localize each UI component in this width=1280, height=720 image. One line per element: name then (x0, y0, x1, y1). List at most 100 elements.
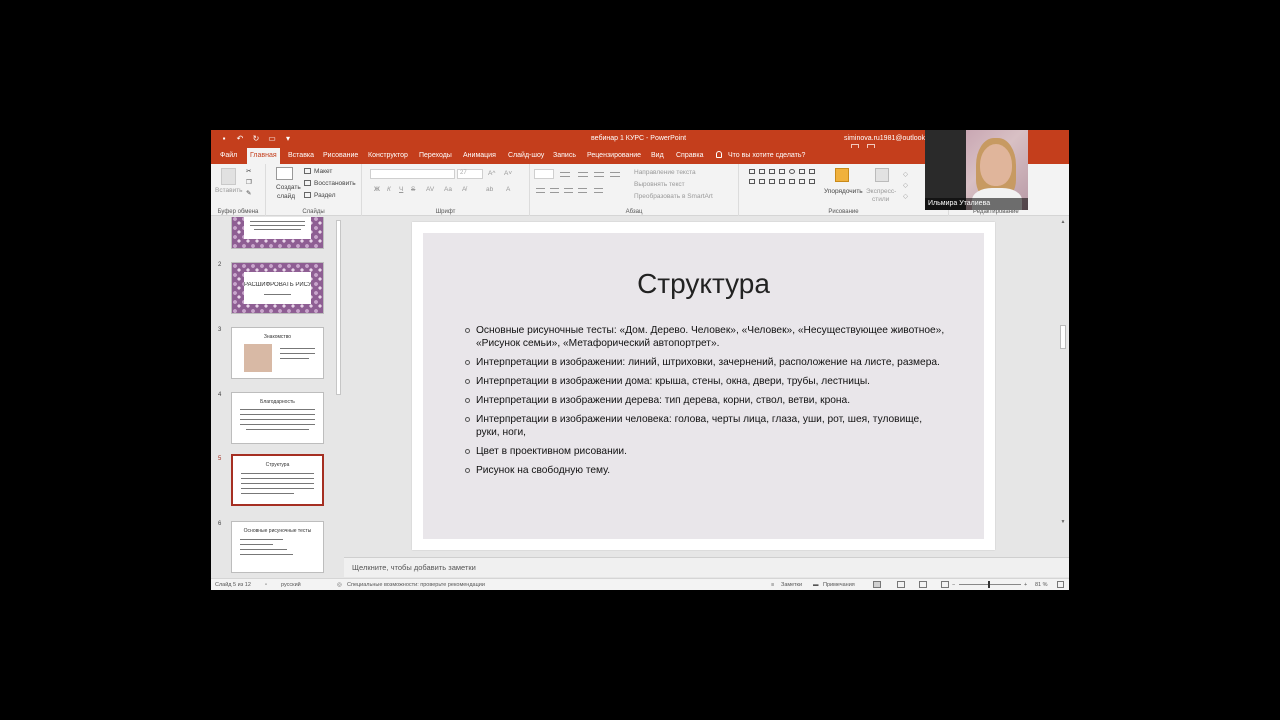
tab-home[interactable]: Главная (247, 148, 280, 164)
slide-thumbnail-5[interactable]: Структура (231, 454, 324, 506)
notes-button[interactable]: Заметки (781, 582, 802, 588)
scroll-up-icon[interactable]: ▲ (1059, 219, 1067, 225)
align-right-icon[interactable] (564, 188, 573, 193)
paste-button[interactable]: Вставить (215, 187, 243, 194)
convert-smartart-button[interactable]: Преобразовать в SmartArt (634, 193, 713, 200)
notes-pane[interactable]: Щелкните, чтобы добавить заметки (344, 557, 1069, 577)
tab-help[interactable]: Справка (673, 148, 706, 164)
zoom-out-icon[interactable]: − (952, 582, 955, 588)
shape-hexagon-icon[interactable] (799, 179, 805, 184)
slide-sorter-icon[interactable] (897, 581, 905, 588)
text-direction-button[interactable]: Направление текста (634, 169, 696, 176)
slideshow-view-icon[interactable] (941, 581, 949, 588)
section-button[interactable]: Раздел (314, 192, 335, 199)
spellcheck-icon[interactable]: ▫ (265, 582, 267, 588)
justify-icon[interactable] (578, 188, 587, 193)
highlight-icon[interactable]: ab (486, 186, 493, 193)
bold-icon[interactable]: Ж (374, 186, 380, 193)
zoom-slider-thumb[interactable] (988, 581, 990, 588)
decrease-indent-icon[interactable] (578, 172, 588, 177)
format-painter-icon[interactable]: ✎ (246, 189, 251, 197)
comments-button[interactable]: Примечания (823, 582, 855, 588)
cut-icon[interactable]: ✂ (246, 167, 251, 175)
font-color-icon[interactable]: A (506, 186, 510, 193)
font-name-select[interactable] (370, 169, 455, 179)
arrange-button[interactable]: Упорядочить (824, 188, 863, 195)
accessibility-icon[interactable]: ◎ (337, 582, 342, 588)
copy-icon[interactable]: ❐ (246, 178, 252, 186)
paste-icon[interactable] (221, 168, 236, 185)
shape-more-icon[interactable] (809, 179, 815, 184)
char-spacing-icon[interactable]: AV (426, 186, 434, 193)
redo-icon[interactable]: ↻ (251, 133, 261, 144)
clear-format-icon[interactable]: A̸ (462, 186, 466, 193)
thumbnails-scrollbar[interactable] (336, 220, 341, 395)
bullets-select[interactable] (534, 169, 554, 179)
align-text-button[interactable]: Выровнять текст (634, 181, 685, 188)
underline-icon[interactable]: Ч (399, 186, 403, 193)
shape-line-icon[interactable] (759, 169, 765, 174)
tab-animations[interactable]: Анимация (460, 148, 499, 164)
save-icon[interactable]: ▪ (219, 133, 229, 144)
shape-fill-icon[interactable]: ◇ (903, 170, 908, 178)
line-spacing-icon[interactable] (610, 172, 620, 177)
notes-icon[interactable]: ≡ (771, 582, 774, 588)
undo-icon[interactable]: ↶ (235, 133, 245, 144)
reading-view-icon[interactable] (919, 581, 927, 588)
slide-scrollbar[interactable]: ▲ ▼ (1059, 217, 1067, 552)
zoom-level[interactable]: 81 % (1035, 582, 1048, 588)
shape-outline-icon[interactable]: ◇ (903, 181, 908, 189)
fit-to-window-icon[interactable] (1057, 581, 1064, 588)
slide-thumbnail-4[interactable]: Благодарность (231, 392, 324, 444)
font-size-select[interactable]: 27 (457, 169, 483, 179)
shape-rounded-icon[interactable] (799, 169, 805, 174)
tab-slideshow[interactable]: Слайд-шоу (505, 148, 547, 164)
shape-triangle-icon[interactable] (809, 169, 815, 174)
slide-thumbnail-2[interactable]: РАСШИФРОВАТЬ РИСУНОК (231, 262, 324, 314)
numbering-icon[interactable] (560, 172, 570, 177)
tab-review[interactable]: Рецензирование (584, 148, 644, 164)
tab-draw[interactable]: Рисование (320, 148, 361, 164)
normal-view-icon[interactable] (873, 581, 881, 588)
customize-qat-icon[interactable]: ▾ (283, 133, 293, 144)
arrange-icon[interactable] (835, 168, 849, 182)
italic-icon[interactable]: К (387, 186, 391, 193)
new-slide-button-line2[interactable]: слайд (277, 193, 295, 200)
shape-arrow-icon[interactable] (769, 169, 775, 174)
columns-icon[interactable] (594, 188, 603, 193)
quick-styles-button-line2[interactable]: стили (872, 196, 889, 203)
shape-rect-icon[interactable] (749, 169, 755, 174)
zoom-slider[interactable] (959, 584, 1021, 585)
shape-curve-icon[interactable] (779, 179, 785, 184)
slide-title[interactable]: Структура (423, 268, 984, 300)
increase-indent-icon[interactable] (594, 172, 604, 177)
tab-record[interactable]: Запись (550, 148, 579, 164)
strikethrough-icon[interactable]: S (411, 186, 415, 193)
shape-square-icon[interactable] (779, 169, 785, 174)
align-center-icon[interactable] (550, 188, 559, 193)
slide-bullet-list[interactable]: Основные рисуночные тесты: «Дом. Дерево.… (465, 324, 945, 483)
language-indicator[interactable]: русский (281, 582, 301, 588)
zoom-in-icon[interactable]: + (1024, 582, 1027, 588)
shape-star-icon[interactable] (759, 179, 765, 184)
scroll-down-icon[interactable]: ▼ (1059, 519, 1067, 525)
new-slide-icon[interactable] (276, 167, 293, 180)
quick-styles-icon[interactable] (875, 168, 889, 182)
slide-thumbnail-3[interactable]: Знакомство (231, 327, 324, 379)
tab-view[interactable]: Вид (648, 148, 667, 164)
align-left-icon[interactable] (536, 188, 545, 193)
tab-file[interactable]: Файл (217, 148, 240, 164)
tab-design[interactable]: Конструктор (365, 148, 411, 164)
slide-thumbnail-1[interactable] (231, 217, 324, 249)
change-case-icon[interactable]: Aa (444, 186, 452, 193)
shape-effects-icon[interactable]: ◇ (903, 192, 908, 200)
shape-callout-icon[interactable] (769, 179, 775, 184)
slide-canvas[interactable]: Структура Основные рисуночные тесты: «До… (412, 222, 995, 550)
slideshow-start-icon[interactable]: ▭ (267, 133, 277, 144)
comments-icon[interactable]: ▬ (813, 582, 819, 588)
accessibility-status[interactable]: Специальные возможности: проверьте реком… (347, 582, 485, 588)
new-slide-button-line1[interactable]: Создать (276, 184, 301, 191)
scroll-thumb[interactable] (1060, 325, 1066, 349)
shape-oval-icon[interactable] (789, 169, 795, 174)
slide-thumbnail-6[interactable]: Основные рисуночные тесты (231, 521, 324, 573)
